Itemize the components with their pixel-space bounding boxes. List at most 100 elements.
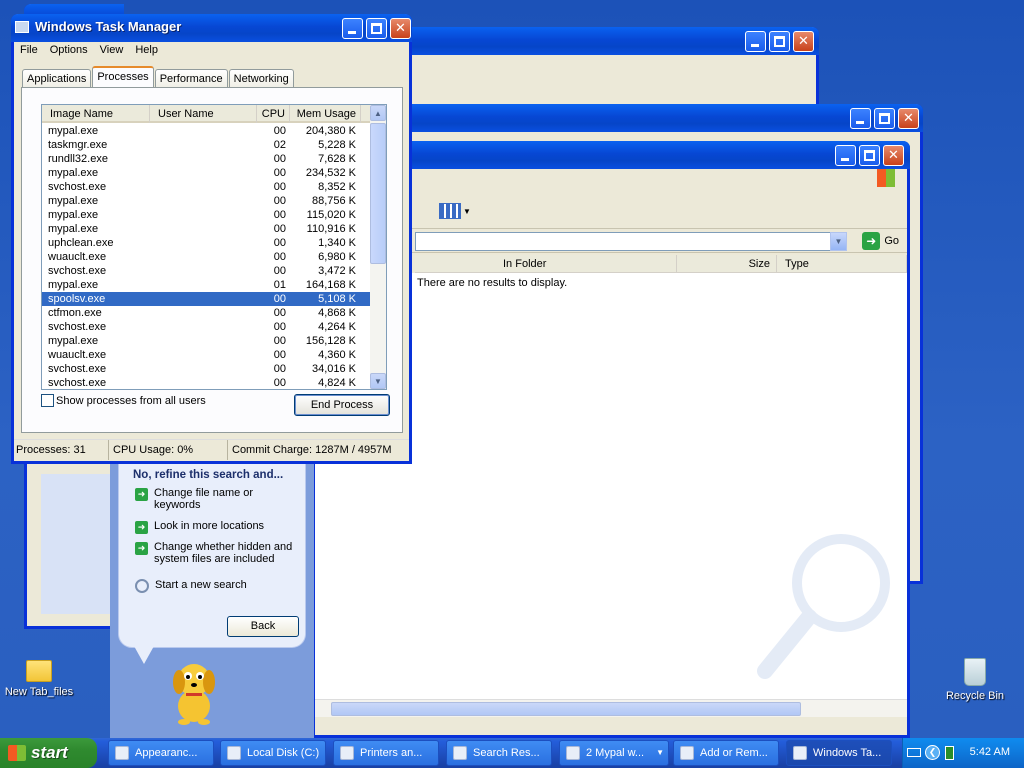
process-row[interactable]: mypal.exe 00 204,380 K [42, 124, 373, 138]
process-cpu: 00 [273, 265, 286, 277]
empty-message: There are no results to display. [417, 277, 568, 289]
minimize-button[interactable] [835, 145, 856, 166]
column-type[interactable]: Type [777, 255, 907, 273]
desktop-icon-new-tab-files[interactable]: New Tab_files [4, 660, 74, 698]
magnifier-icon [135, 579, 149, 593]
process-row[interactable]: ctfmon.exe 00 4,868 K [42, 306, 373, 320]
process-row[interactable]: svchost.exe 00 4,824 K [42, 376, 373, 389]
scrollbar-thumb[interactable] [331, 702, 801, 716]
option-label: Change whether hidden and system files a… [154, 541, 293, 565]
column-user-name[interactable]: User Name [150, 105, 257, 123]
taskbar-button-printers[interactable]: Printers an... [333, 740, 439, 766]
tab-processes[interactable]: Processes [92, 66, 154, 87]
process-row[interactable]: mypal.exe 00 88,756 K [42, 194, 373, 208]
menu-help[interactable]: Help [129, 42, 164, 61]
show-hidden-icons-button[interactable]: ❮ [925, 745, 940, 760]
tab-performance[interactable]: Performance [154, 69, 228, 87]
option-new-search[interactable]: Start a new search [135, 579, 247, 593]
close-button[interactable]: ✕ [883, 145, 904, 166]
maximize-button[interactable] [874, 108, 895, 129]
option-more-locations[interactable]: ➜ Look in more locations [135, 520, 264, 534]
minimize-button[interactable] [342, 18, 363, 39]
desktop-icon-recycle-bin[interactable]: Recycle Bin [940, 658, 1010, 702]
option-change-file-name[interactable]: ➜ Change file name or keywords [135, 487, 285, 511]
column-image-name[interactable]: Image Name [42, 105, 150, 123]
process-row[interactable]: svchost.exe 00 8,352 K [42, 180, 373, 194]
scroll-up-button[interactable]: ▲ [370, 105, 386, 121]
background-window-1[interactable]: ✕ [405, 27, 819, 107]
close-button[interactable]: ✕ [898, 108, 919, 129]
folder-icon [26, 660, 52, 682]
column-in-folder[interactable]: In Folder [495, 255, 677, 273]
window-title: Windows Task Manager [35, 19, 182, 34]
process-row[interactable]: svchost.exe 00 34,016 K [42, 362, 373, 376]
maximize-button[interactable] [366, 18, 387, 39]
maximize-button[interactable] [769, 31, 790, 52]
process-mem-usage: 6,980 K [318, 251, 356, 263]
menu-file[interactable]: File [14, 42, 44, 61]
minimize-button[interactable] [745, 31, 766, 52]
process-name: mypal.exe [48, 335, 99, 347]
taskbar-button-mypal-group[interactable]: 2 Mypal w... ▼ [559, 740, 669, 766]
process-row[interactable]: taskmgr.exe 02 5,228 K [42, 138, 373, 152]
process-row[interactable]: wuauclt.exe 00 4,360 K [42, 348, 373, 362]
taskbar-button-task-manager[interactable]: Windows Ta... [786, 740, 892, 766]
scroll-down-button[interactable]: ▼ [370, 373, 386, 389]
process-row[interactable]: rundll32.exe 00 7,628 K [42, 152, 373, 166]
option-label: Change file name or keywords [154, 487, 254, 511]
maximize-button[interactable] [859, 145, 880, 166]
back-button[interactable]: Back [227, 616, 299, 637]
keyboard-icon[interactable] [907, 748, 921, 757]
green-arrow-icon: ➜ [135, 488, 148, 501]
close-button[interactable]: ✕ [390, 18, 411, 39]
tab-networking[interactable]: Networking [228, 69, 294, 87]
process-cpu: 00 [273, 349, 286, 361]
scrollbar-thumb[interactable] [370, 123, 386, 264]
process-row[interactable]: uphclean.exe 00 1,340 K [42, 236, 373, 250]
end-process-button[interactable]: End Process [294, 394, 390, 416]
horizontal-scrollbar[interactable] [315, 699, 907, 717]
battery-icon[interactable] [945, 746, 954, 760]
menu-options[interactable]: Options [44, 42, 94, 61]
process-mem-usage: 115,020 K [306, 209, 356, 221]
process-list[interactable]: Image Name User Name CPU Mem Usage mypal… [41, 104, 387, 390]
column-size[interactable]: Size [677, 255, 777, 273]
process-row[interactable]: wuauclt.exe 00 6,980 K [42, 250, 373, 264]
process-row[interactable]: svchost.exe 00 4,264 K [42, 320, 373, 334]
start-button[interactable]: start [0, 738, 97, 768]
windows-logo-icon [877, 169, 895, 187]
taskbar-button-appearance[interactable]: Appearanc... [108, 740, 214, 766]
option-hidden-files[interactable]: ➜ Change whether hidden and system files… [135, 541, 295, 565]
vertical-scrollbar[interactable]: ▲ ▼ [370, 105, 386, 389]
address-field[interactable]: ▼ [415, 232, 847, 251]
process-name: mypal.exe [48, 167, 99, 179]
clock[interactable]: 5:42 AM [970, 746, 1010, 758]
bubble-tail [134, 646, 154, 664]
chevron-down-icon: ▼ [463, 206, 471, 216]
title-bar[interactable]: Windows Task Manager ✕ [11, 14, 412, 42]
process-row[interactable]: spoolsv.exe 00 5,108 K [42, 292, 373, 306]
tab-applications[interactable]: Applications [22, 69, 92, 87]
column-mem-usage[interactable]: Mem Usage [290, 105, 361, 123]
process-row[interactable]: mypal.exe 00 156,128 K [42, 334, 373, 348]
windows-flag-icon [8, 745, 26, 761]
process-row[interactable]: mypal.exe 00 110,916 K [42, 222, 373, 236]
taskbar-button-local-disk[interactable]: Local Disk (C:) [220, 740, 326, 766]
go-button[interactable]: ➜ Go [862, 232, 899, 250]
minimize-button[interactable] [850, 108, 871, 129]
show-all-users-checkbox[interactable]: Show processes from all users [41, 394, 206, 407]
window-icon [115, 746, 129, 760]
process-row[interactable]: mypal.exe 00 234,532 K [42, 166, 373, 180]
taskbar-button-search-results[interactable]: Search Res... [446, 740, 552, 766]
task-manager-window[interactable]: Windows Task Manager ✕ File Options View… [11, 14, 412, 464]
address-dropdown[interactable]: ▼ [830, 232, 847, 251]
column-cpu[interactable]: CPU [257, 105, 290, 123]
taskbar-button-add-remove[interactable]: Add or Rem... [673, 740, 779, 766]
views-button[interactable]: ▼ [439, 201, 471, 221]
close-button[interactable]: ✕ [793, 31, 814, 52]
checkbox-box[interactable] [41, 394, 54, 407]
process-row[interactable]: svchost.exe 00 3,472 K [42, 264, 373, 278]
process-row[interactable]: mypal.exe 01 164,168 K [42, 278, 373, 292]
menu-view[interactable]: View [94, 42, 130, 61]
process-row[interactable]: mypal.exe 00 115,020 K [42, 208, 373, 222]
